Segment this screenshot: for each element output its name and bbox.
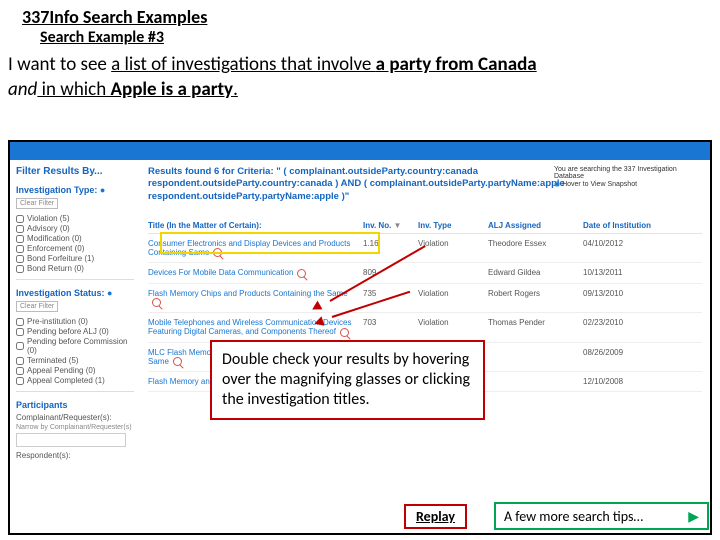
slide-title: 337Info Search Examples (0, 0, 720, 28)
filter-checkbox[interactable] (16, 265, 24, 273)
magnifier-icon[interactable] (173, 357, 182, 366)
cell-date: 09/13/2010 (583, 289, 673, 298)
cell-alj: Robert Rogers (488, 289, 583, 298)
filter-label: Violation (5) (27, 214, 70, 223)
type-item[interactable]: Violation (5) (16, 214, 134, 223)
cell-date: 04/10/2012 (583, 239, 673, 248)
type-item[interactable]: Modification (0) (16, 234, 134, 243)
filter-label: Pre-institution (0) (27, 317, 88, 326)
slide-subtitle: Search Example #3 (0, 28, 720, 51)
clear-filter-button[interactable]: Clear Filter (16, 301, 58, 312)
type-item[interactable]: Enforcement (0) (16, 244, 134, 253)
cell-date: 08/26/2009 (583, 348, 673, 357)
magnifier-icon[interactable] (152, 298, 161, 307)
type-item[interactable]: Bond Forfeiture (1) (16, 254, 134, 263)
complainant-label: Complainant/Requester(s): (16, 413, 134, 422)
filter-checkbox[interactable] (16, 235, 24, 243)
app-topbar (10, 142, 710, 160)
status-item[interactable]: Pending before ALJ (0) (16, 327, 134, 336)
aside-info: You are searching the 337 Investigation … (554, 166, 704, 188)
narrow-text: Narrow by Complainant/Requester(s) (16, 424, 134, 431)
cell-inv-no: 703 (363, 318, 418, 327)
filter-checkbox[interactable] (16, 318, 24, 326)
cell-alj: Thomas Pender (488, 318, 583, 327)
col-title[interactable]: Title (In the Matter of Certain): (148, 221, 363, 230)
status-item[interactable]: Appeal Completed (1) (16, 376, 134, 385)
cell-inv-type: Violation (418, 318, 488, 327)
table-row: Mobile Telephones and Wireless Communica… (148, 313, 702, 342)
filter-checkbox[interactable] (16, 367, 24, 375)
cell-inv-type: Violation (418, 239, 488, 248)
investigation-title-link[interactable]: Flash Memory Chips and Products Containi… (148, 289, 348, 298)
col-inv-type[interactable]: Inv. Type (418, 221, 488, 230)
sidebar-header: Filter Results By... (16, 166, 134, 177)
table-row: Flash Memory Chips and Products Containi… (148, 284, 702, 313)
filter-label: Bond Return (0) (27, 264, 84, 273)
cell-inv-no: 1.16 (363, 239, 418, 248)
type-item[interactable]: Bond Return (0) (16, 264, 134, 273)
col-date[interactable]: Date of Institution (583, 221, 673, 230)
status-item[interactable]: Pending before Commission (0) (16, 337, 134, 355)
col-inv-no[interactable]: Inv. No. ▼ (363, 221, 418, 230)
filter-label: Pending before ALJ (0) (27, 327, 109, 336)
filter-checkbox[interactable] (16, 215, 24, 223)
type-item[interactable]: Advisory (0) (16, 224, 134, 233)
app-screenshot: Filter Results By... Investigation Type:… (8, 140, 712, 535)
filter-label: Pending before Commission (0) (27, 337, 134, 355)
results-criteria: Results found 6 for Criteria: " ( compla… (148, 166, 568, 203)
group-inv-type: Investigation Type: ● (16, 185, 134, 195)
filter-label: Bond Forfeiture (1) (27, 254, 94, 263)
respondent-label: Respondent(s): (16, 451, 134, 460)
slide-prompt: I want to see a list of investigations t… (0, 51, 720, 108)
filter-checkbox[interactable] (16, 377, 24, 385)
filter-checkbox[interactable] (16, 245, 24, 253)
filter-label: Enforcement (0) (27, 244, 84, 253)
status-item[interactable]: Pre-institution (0) (16, 317, 134, 326)
filter-checkbox[interactable] (16, 225, 24, 233)
magnifier-icon[interactable] (340, 328, 349, 337)
filter-label: Terminated (5) (27, 356, 79, 365)
callout-box: Double check your results by hovering ov… (210, 340, 485, 420)
play-icon: ▶ (688, 508, 699, 525)
complainant-select[interactable] (16, 433, 126, 447)
col-alj[interactable]: ALJ Assigned (488, 221, 583, 230)
tips-button[interactable]: A few more search tips… ▶ (494, 502, 709, 530)
replay-button[interactable]: Replay (404, 504, 467, 529)
cell-alj: Theodore Essex (488, 239, 583, 248)
filter-checkbox[interactable] (16, 255, 24, 263)
tips-label: A few more search tips… (504, 508, 643, 525)
group-inv-status: Investigation Status: ● (16, 288, 134, 298)
cell-alj: Edward Gildea (488, 268, 583, 277)
cell-date: 10/13/2011 (583, 268, 673, 277)
status-item[interactable]: Appeal Pending (0) (16, 366, 134, 375)
status-item[interactable]: Terminated (5) (16, 356, 134, 365)
table-row: Devices For Mobile Data Communication809… (148, 263, 702, 283)
magnifier-icon[interactable] (297, 269, 306, 278)
filter-label: Appeal Pending (0) (27, 366, 96, 375)
cell-inv-type: Violation (418, 289, 488, 298)
filter-checkbox[interactable] (16, 328, 24, 336)
filter-label: Advisory (0) (27, 224, 70, 233)
filter-sidebar: Filter Results By... Investigation Type:… (10, 160, 140, 533)
group-participants: Participants (16, 400, 134, 410)
cell-date: 12/10/2008 (583, 377, 673, 386)
clear-filter-button[interactable]: Clear Filter (16, 198, 58, 209)
table-row: Consumer Electronics and Display Devices… (148, 234, 702, 263)
filter-checkbox[interactable] (16, 357, 24, 365)
cell-date: 02/23/2010 (583, 318, 673, 327)
investigation-title-link[interactable]: Consumer Electronics and Display Devices… (148, 239, 350, 257)
magnifier-icon[interactable] (213, 248, 222, 257)
filter-checkbox[interactable] (16, 342, 24, 350)
investigation-title-link[interactable]: Devices For Mobile Data Communication (148, 268, 293, 277)
filter-label: Modification (0) (27, 234, 82, 243)
filter-label: Appeal Completed (1) (27, 376, 105, 385)
